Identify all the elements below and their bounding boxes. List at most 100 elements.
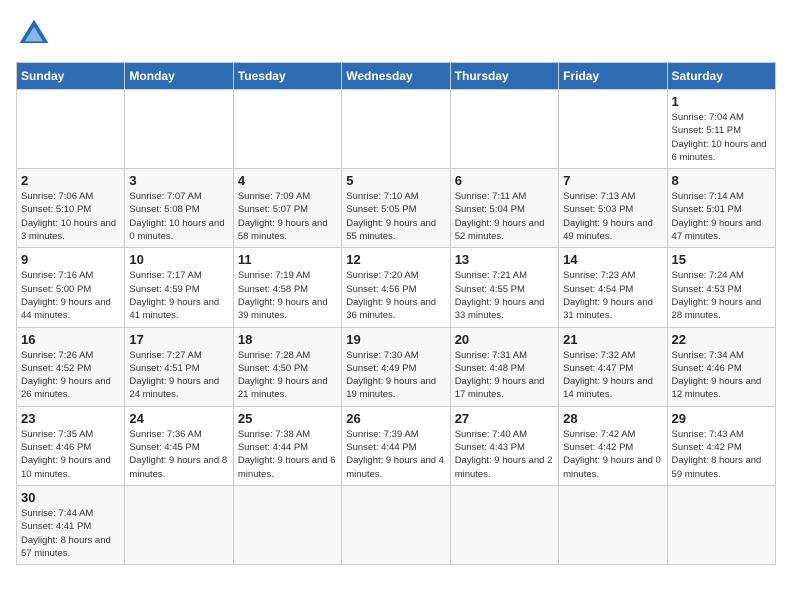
calendar-cell: 14 Sunrise: 7:23 AM Sunset: 4:54 PM Dayli…: [559, 248, 667, 327]
calendar-cell: [342, 90, 450, 169]
day-number: 11: [238, 252, 337, 267]
day-info: Sunrise: 7:20 AM Sunset: 4:56 PM Dayligh…: [346, 269, 445, 322]
day-info: Sunrise: 7:06 AM Sunset: 5:10 PM Dayligh…: [21, 190, 120, 243]
calendar-week-row: 1 Sunrise: 7:04 AM Sunset: 5:11 PM Daylig…: [17, 90, 776, 169]
calendar-table: SundayMondayTuesdayWednesdayThursdayFrid…: [16, 62, 776, 565]
calendar-cell: [450, 485, 558, 564]
day-info: Sunrise: 7:27 AM Sunset: 4:51 PM Dayligh…: [129, 349, 228, 402]
day-header-friday: Friday: [559, 63, 667, 90]
calendar-cell: [342, 485, 450, 564]
day-number: 3: [129, 173, 228, 188]
calendar-cell: 10 Sunrise: 7:17 AM Sunset: 4:59 PM Dayli…: [125, 248, 233, 327]
calendar-cell: [450, 90, 558, 169]
calendar-cell: 11 Sunrise: 7:19 AM Sunset: 4:58 PM Dayli…: [233, 248, 341, 327]
day-info: Sunrise: 7:13 AM Sunset: 5:03 PM Dayligh…: [563, 190, 662, 243]
day-info: Sunrise: 7:10 AM Sunset: 5:05 PM Dayligh…: [346, 190, 445, 243]
calendar-cell: 4 Sunrise: 7:09 AM Sunset: 5:07 PM Daylig…: [233, 169, 341, 248]
day-number: 4: [238, 173, 337, 188]
calendar-week-row: 30Sunrise: 7:44 AM Sunset: 4:41 PM Dayli…: [17, 485, 776, 564]
calendar-cell: 1 Sunrise: 7:04 AM Sunset: 5:11 PM Daylig…: [667, 90, 775, 169]
calendar-cell: 26Sunrise: 7:39 AM Sunset: 4:44 PM Dayli…: [342, 406, 450, 485]
day-info: Sunrise: 7:34 AM Sunset: 4:46 PM Dayligh…: [672, 349, 771, 402]
day-info: Sunrise: 7:44 AM Sunset: 4:41 PM Dayligh…: [21, 507, 120, 560]
calendar-cell: [667, 485, 775, 564]
calendar-cell: 15 Sunrise: 7:24 AM Sunset: 4:53 PM Dayli…: [667, 248, 775, 327]
day-info: Sunrise: 7:42 AM Sunset: 4:42 PM Dayligh…: [563, 428, 662, 481]
calendar-week-row: 2Sunrise: 7:06 AM Sunset: 5:10 PM Daylig…: [17, 169, 776, 248]
day-number: 13: [455, 252, 554, 267]
calendar-cell: 27Sunrise: 7:40 AM Sunset: 4:43 PM Dayli…: [450, 406, 558, 485]
calendar-week-row: 16 Sunrise: 7:26 AM Sunset: 4:52 PM Dayli…: [17, 327, 776, 406]
day-info: Sunrise: 7:19 AM Sunset: 4:58 PM Dayligh…: [238, 269, 337, 322]
logo-icon: [16, 16, 52, 52]
day-header-sunday: Sunday: [17, 63, 125, 90]
day-number: 25: [238, 411, 337, 426]
calendar-cell: 20Sunrise: 7:31 AM Sunset: 4:48 PM Dayli…: [450, 327, 558, 406]
day-header-wednesday: Wednesday: [342, 63, 450, 90]
day-info: Sunrise: 7:23 AM Sunset: 4:54 PM Dayligh…: [563, 269, 662, 322]
logo: [16, 16, 56, 52]
day-number: 17: [129, 332, 228, 347]
calendar-cell: [125, 485, 233, 564]
day-info: Sunrise: 7:40 AM Sunset: 4:43 PM Dayligh…: [455, 428, 554, 481]
day-number: 18: [238, 332, 337, 347]
calendar-cell: 28 Sunrise: 7:42 AM Sunset: 4:42 PM Dayli…: [559, 406, 667, 485]
calendar-week-row: 9Sunrise: 7:16 AM Sunset: 5:00 PM Daylig…: [17, 248, 776, 327]
day-info: Sunrise: 7:26 AM Sunset: 4:52 PM Dayligh…: [21, 349, 120, 402]
calendar-cell: 13Sunrise: 7:21 AM Sunset: 4:55 PM Dayli…: [450, 248, 558, 327]
calendar-cell: 7 Sunrise: 7:13 AM Sunset: 5:03 PM Daylig…: [559, 169, 667, 248]
calendar-cell: 9Sunrise: 7:16 AM Sunset: 5:00 PM Daylig…: [17, 248, 125, 327]
day-info: Sunrise: 7:36 AM Sunset: 4:45 PM Dayligh…: [129, 428, 228, 481]
day-number: 5: [346, 173, 445, 188]
day-info: Sunrise: 7:43 AM Sunset: 4:42 PM Dayligh…: [672, 428, 771, 481]
day-number: 6: [455, 173, 554, 188]
day-info: Sunrise: 7:39 AM Sunset: 4:44 PM Dayligh…: [346, 428, 445, 481]
day-info: Sunrise: 7:30 AM Sunset: 4:49 PM Dayligh…: [346, 349, 445, 402]
calendar-cell: 22 Sunrise: 7:34 AM Sunset: 4:46 PM Dayli…: [667, 327, 775, 406]
day-header-tuesday: Tuesday: [233, 63, 341, 90]
day-header-saturday: Saturday: [667, 63, 775, 90]
day-number: 19: [346, 332, 445, 347]
calendar-header-row: SundayMondayTuesdayWednesdayThursdayFrid…: [17, 63, 776, 90]
day-number: 22: [672, 332, 771, 347]
calendar-cell: [559, 90, 667, 169]
calendar-cell: 2Sunrise: 7:06 AM Sunset: 5:10 PM Daylig…: [17, 169, 125, 248]
day-number: 15: [672, 252, 771, 267]
day-number: 8: [672, 173, 771, 188]
calendar-cell: [17, 90, 125, 169]
calendar-cell: 17 Sunrise: 7:27 AM Sunset: 4:51 PM Dayli…: [125, 327, 233, 406]
calendar-week-row: 23 Sunrise: 7:35 AM Sunset: 4:46 PM Dayli…: [17, 406, 776, 485]
day-number: 10: [129, 252, 228, 267]
day-info: Sunrise: 7:07 AM Sunset: 5:08 PM Dayligh…: [129, 190, 228, 243]
day-info: Sunrise: 7:17 AM Sunset: 4:59 PM Dayligh…: [129, 269, 228, 322]
calendar-cell: 21Sunrise: 7:32 AM Sunset: 4:47 PM Dayli…: [559, 327, 667, 406]
day-info: Sunrise: 7:35 AM Sunset: 4:46 PM Dayligh…: [21, 428, 120, 481]
calendar-cell: 18Sunrise: 7:28 AM Sunset: 4:50 PM Dayli…: [233, 327, 341, 406]
calendar-cell: [559, 485, 667, 564]
day-number: 14: [563, 252, 662, 267]
day-number: 28: [563, 411, 662, 426]
day-info: Sunrise: 7:04 AM Sunset: 5:11 PM Dayligh…: [672, 111, 771, 164]
day-header-monday: Monday: [125, 63, 233, 90]
calendar-cell: [233, 90, 341, 169]
day-info: Sunrise: 7:24 AM Sunset: 4:53 PM Dayligh…: [672, 269, 771, 322]
day-info: Sunrise: 7:09 AM Sunset: 5:07 PM Dayligh…: [238, 190, 337, 243]
calendar-cell: 29Sunrise: 7:43 AM Sunset: 4:42 PM Dayli…: [667, 406, 775, 485]
day-info: Sunrise: 7:14 AM Sunset: 5:01 PM Dayligh…: [672, 190, 771, 243]
day-number: 12: [346, 252, 445, 267]
calendar-cell: 8 Sunrise: 7:14 AM Sunset: 5:01 PM Daylig…: [667, 169, 775, 248]
day-number: 16: [21, 332, 120, 347]
day-info: Sunrise: 7:38 AM Sunset: 4:44 PM Dayligh…: [238, 428, 337, 481]
day-info: Sunrise: 7:16 AM Sunset: 5:00 PM Dayligh…: [21, 269, 120, 322]
page-header: [16, 16, 776, 52]
day-header-thursday: Thursday: [450, 63, 558, 90]
day-number: 7: [563, 173, 662, 188]
day-number: 21: [563, 332, 662, 347]
day-number: 20: [455, 332, 554, 347]
calendar-cell: 6 Sunrise: 7:11 AM Sunset: 5:04 PM Daylig…: [450, 169, 558, 248]
day-number: 23: [21, 411, 120, 426]
day-number: 24: [129, 411, 228, 426]
day-info: Sunrise: 7:11 AM Sunset: 5:04 PM Dayligh…: [455, 190, 554, 243]
calendar-cell: 5 Sunrise: 7:10 AM Sunset: 5:05 PM Daylig…: [342, 169, 450, 248]
day-number: 1: [672, 94, 771, 109]
